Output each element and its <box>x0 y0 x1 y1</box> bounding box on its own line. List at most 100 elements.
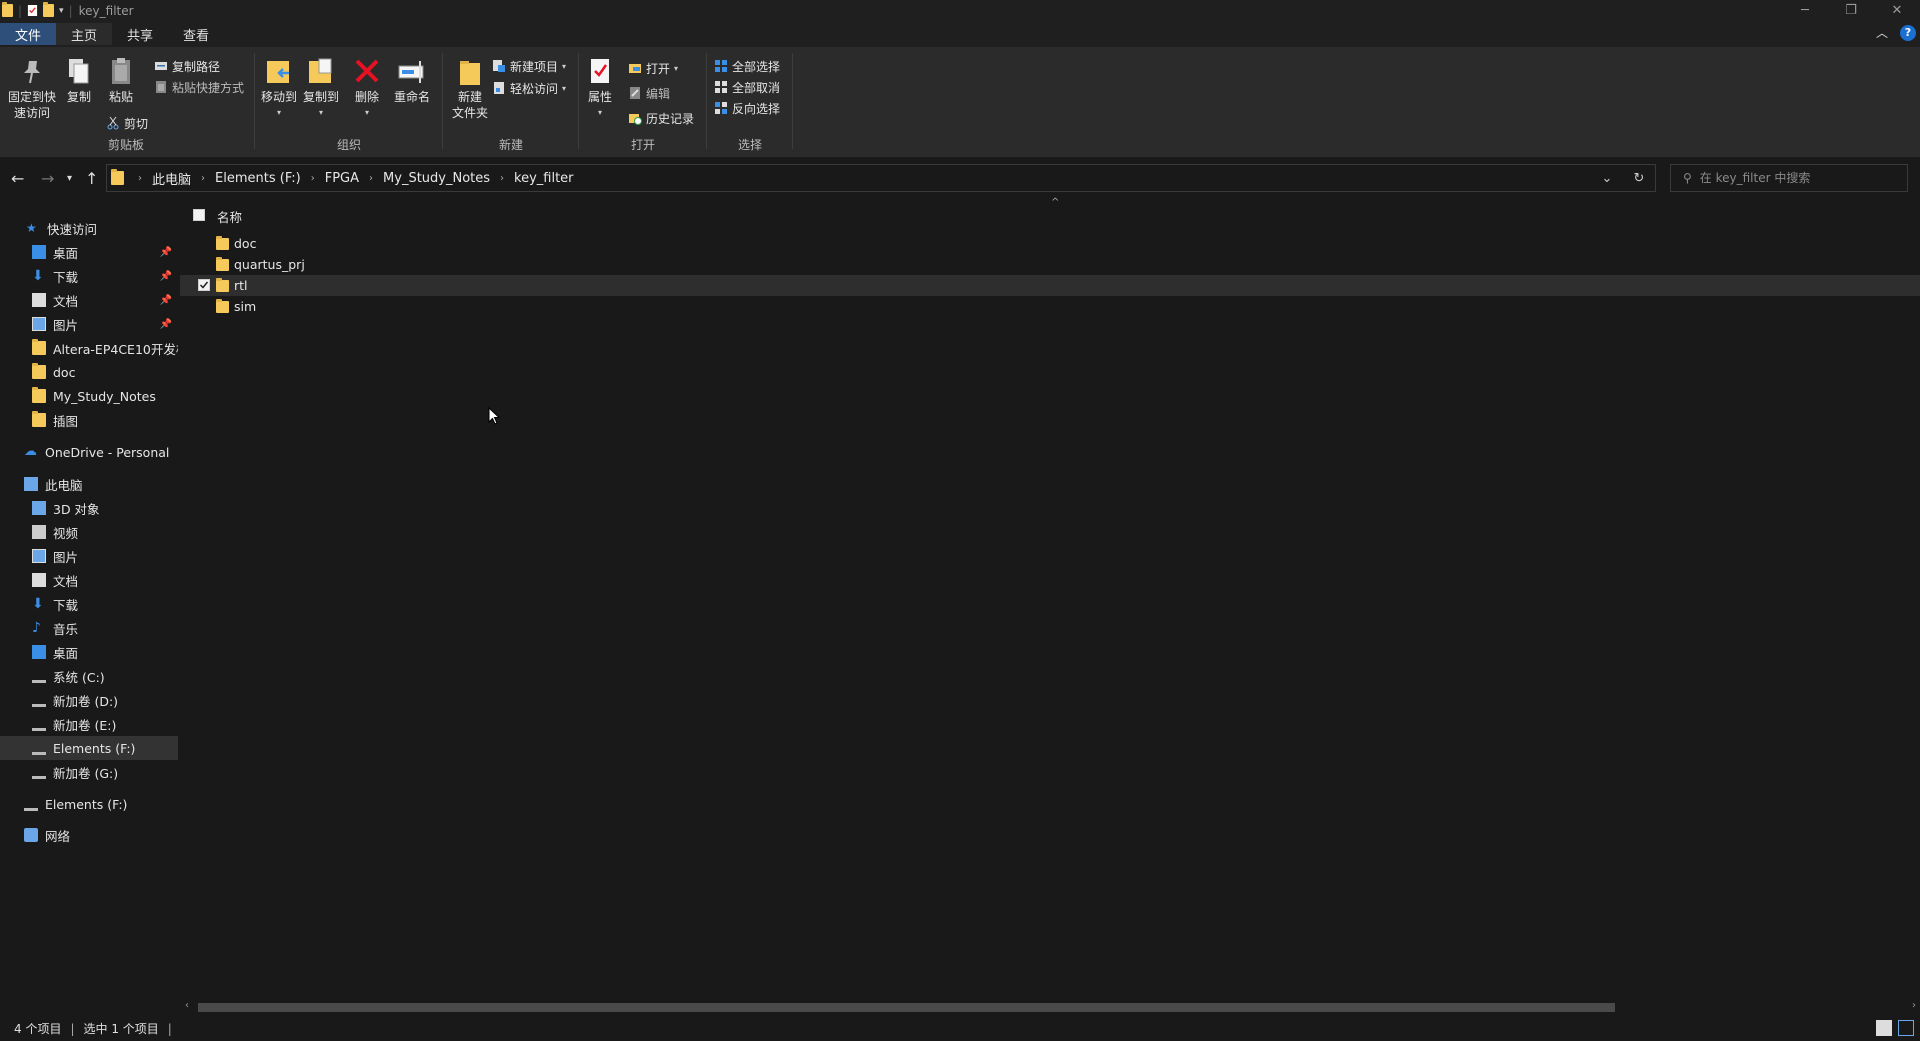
nav-label: 图片 <box>53 317 79 333</box>
edit-button[interactable]: 编辑 <box>628 84 670 102</box>
rename-button[interactable]: 重命名 <box>390 55 434 105</box>
details-view-icon[interactable] <box>1876 1020 1892 1036</box>
chevron-right-icon[interactable]: › <box>201 173 205 184</box>
select-all-button[interactable]: 全部选择 <box>714 57 780 75</box>
nav-pc-drive-f[interactable]: Elements (F:) <box>0 736 178 760</box>
refresh-icon[interactable]: ↻ <box>1623 171 1655 186</box>
breadcrumb-fpga[interactable]: FPGA <box>325 171 359 186</box>
nav-quick-desktop[interactable]: 桌面 📌 <box>0 240 178 264</box>
item-checkbox[interactable] <box>198 279 210 291</box>
easy-access-button[interactable]: 轻松访问 ▾ <box>492 79 566 97</box>
copy-to-button[interactable]: 复制到 ▾ <box>302 55 340 121</box>
nav-pc-drive-g[interactable]: 新加卷 (G:) <box>0 760 178 784</box>
tab-share[interactable]: 共享 <box>112 23 168 45</box>
chevron-right-icon[interactable]: › <box>500 173 504 184</box>
pin-icon[interactable]: 📌 <box>160 295 172 306</box>
new-folder-icon[interactable] <box>43 2 55 17</box>
qat-dropdown-icon[interactable]: ▾ <box>59 6 64 16</box>
nav-pc-desktop[interactable]: 桌面 <box>0 640 178 664</box>
pin-icon[interactable]: 📌 <box>160 247 172 258</box>
breadcrumb-study-notes[interactable]: My_Study_Notes <box>383 171 490 186</box>
ribbon: 固定到快 速访问 复制 粘贴 复制路径 粘贴快捷方式 剪切 剪贴板 移动到 ▾ <box>0 47 1920 157</box>
nav-quick-access[interactable]: ★ 快速访问 <box>0 216 178 240</box>
nav-pc-documents[interactable]: 文档 <box>0 568 178 592</box>
chevron-right-icon[interactable]: › <box>311 173 315 184</box>
new-folder-button[interactable]: 新建 文件夹 <box>448 55 492 121</box>
tab-view[interactable]: 查看 <box>168 23 224 45</box>
restore-button[interactable]: ❐ <box>1828 0 1874 21</box>
minimize-button[interactable]: ─ <box>1782 0 1828 21</box>
nav-quick-study-notes[interactable]: My_Study_Notes <box>0 384 178 408</box>
select-all-checkbox[interactable] <box>193 209 205 221</box>
new-item-button[interactable]: 新建项目 ▾ <box>492 57 566 75</box>
recent-locations-icon[interactable]: ▾ <box>67 173 72 184</box>
breadcrumb-elements[interactable]: Elements (F:) <box>215 171 301 186</box>
nav-this-pc[interactable]: 此电脑 <box>0 472 178 496</box>
nav-pc-videos[interactable]: 视频 <box>0 520 178 544</box>
search-input[interactable] <box>1699 171 1890 185</box>
tab-home[interactable]: 主页 <box>56 23 113 45</box>
up-arrow-icon[interactable]: ↑ <box>85 169 98 188</box>
nav-quick-doc[interactable]: doc <box>0 360 178 384</box>
address-dropdown-icon[interactable]: ⌄ <box>1591 171 1623 186</box>
delete-button[interactable]: 删除 ▾ <box>350 55 384 121</box>
nav-quick-illustrations[interactable]: 插图 <box>0 408 178 432</box>
nav-quick-altera[interactable]: Altera-EP4CE10开发板 <box>0 336 178 360</box>
nav-quick-pictures[interactable]: 图片 📌 <box>0 312 178 336</box>
list-item[interactable]: sim <box>180 296 1920 317</box>
pin-icon[interactable]: 📌 <box>160 271 172 282</box>
nav-pc-drive-e[interactable]: 新加卷 (E:) <box>0 712 178 736</box>
nav-elements-drive[interactable]: Elements (F:) <box>0 792 178 816</box>
scroll-left-icon[interactable]: ‹ <box>185 1000 189 1011</box>
nav-pc-3d-objects[interactable]: 3D 对象 <box>0 496 178 520</box>
column-name-header[interactable]: 名称 <box>217 207 242 226</box>
invert-selection-button[interactable]: 反向选择 <box>714 99 780 117</box>
pin-icon[interactable]: 📌 <box>160 319 172 330</box>
properties-button[interactable]: 属性 ▾ <box>584 55 616 121</box>
back-arrow-icon[interactable]: ← <box>11 169 24 188</box>
large-icons-view-icon[interactable] <box>1898 1020 1914 1036</box>
move-to-button[interactable]: 移动到 ▾ <box>260 55 298 121</box>
collapse-ribbon-icon[interactable]: ︿ <box>1876 24 1888 41</box>
drive-icon <box>32 693 46 707</box>
list-item[interactable]: doc <box>180 233 1920 254</box>
breadcrumb-this-pc[interactable]: 此电脑 <box>152 169 191 188</box>
nav-onedrive[interactable]: ☁ OneDrive - Personal <box>0 440 178 464</box>
forward-arrow-icon[interactable]: → <box>41 169 54 188</box>
tab-file[interactable]: 文件 <box>0 23 57 45</box>
search-box[interactable]: ⚲ <box>1670 164 1908 192</box>
history-button[interactable]: 历史记录 <box>628 109 694 127</box>
breadcrumb-key-filter[interactable]: key_filter <box>514 171 574 186</box>
chevron-right-icon[interactable]: › <box>138 173 142 184</box>
list-item[interactable]: rtl <box>180 275 1920 296</box>
nav-quick-downloads[interactable]: ⬇ 下载 📌 <box>0 264 178 288</box>
delete-label: 删除 <box>354 90 379 104</box>
select-none-button[interactable]: 全部取消 <box>714 78 780 96</box>
nav-pc-drive-c[interactable]: 系统 (C:) <box>0 664 178 688</box>
help-icon[interactable]: ? <box>1900 24 1916 41</box>
scroll-right-icon[interactable]: › <box>1912 1000 1916 1011</box>
download-icon: ⬇ <box>32 596 44 612</box>
nav-quick-documents[interactable]: 文档 📌 <box>0 288 178 312</box>
nav-network[interactable]: 网络 <box>0 823 178 847</box>
navigation-pane: ★ 快速访问 桌面 📌 ⬇ 下载 📌 文档 📌 图片 📌 Altera-EP4C… <box>0 199 178 1014</box>
address-bar[interactable]: › 此电脑 › Elements (F:) › FPGA › My_Study_… <box>106 164 1656 192</box>
open-button[interactable]: 打开 ▾ <box>628 59 678 77</box>
properties-icon[interactable] <box>27 4 38 17</box>
horizontal-scrollbar[interactable]: ‹ › <box>180 999 1920 1016</box>
chevron-right-icon[interactable]: › <box>369 173 373 184</box>
copy-path-button[interactable]: 复制路径 <box>154 57 220 75</box>
dropdown-icon: ▾ <box>318 108 323 117</box>
pin-quick-access-button[interactable]: 固定到快 速访问 <box>6 55 58 121</box>
nav-pc-drive-d[interactable]: 新加卷 (D:) <box>0 688 178 712</box>
list-item[interactable]: quartus_prj <box>180 254 1920 275</box>
cut-button[interactable]: 剪切 <box>106 114 148 132</box>
nav-pc-music[interactable]: ♪ 音乐 <box>0 616 178 640</box>
scrollbar-thumb[interactable] <box>198 1003 1615 1012</box>
copy-button[interactable]: 复制 <box>62 55 96 105</box>
nav-pc-pictures[interactable]: 图片 <box>0 544 178 568</box>
paste-shortcut-button[interactable]: 粘贴快捷方式 <box>154 78 244 96</box>
close-button[interactable]: ✕ <box>1874 0 1920 21</box>
nav-pc-downloads[interactable]: ⬇ 下载 <box>0 592 178 616</box>
paste-button[interactable]: 粘贴 <box>104 55 138 105</box>
